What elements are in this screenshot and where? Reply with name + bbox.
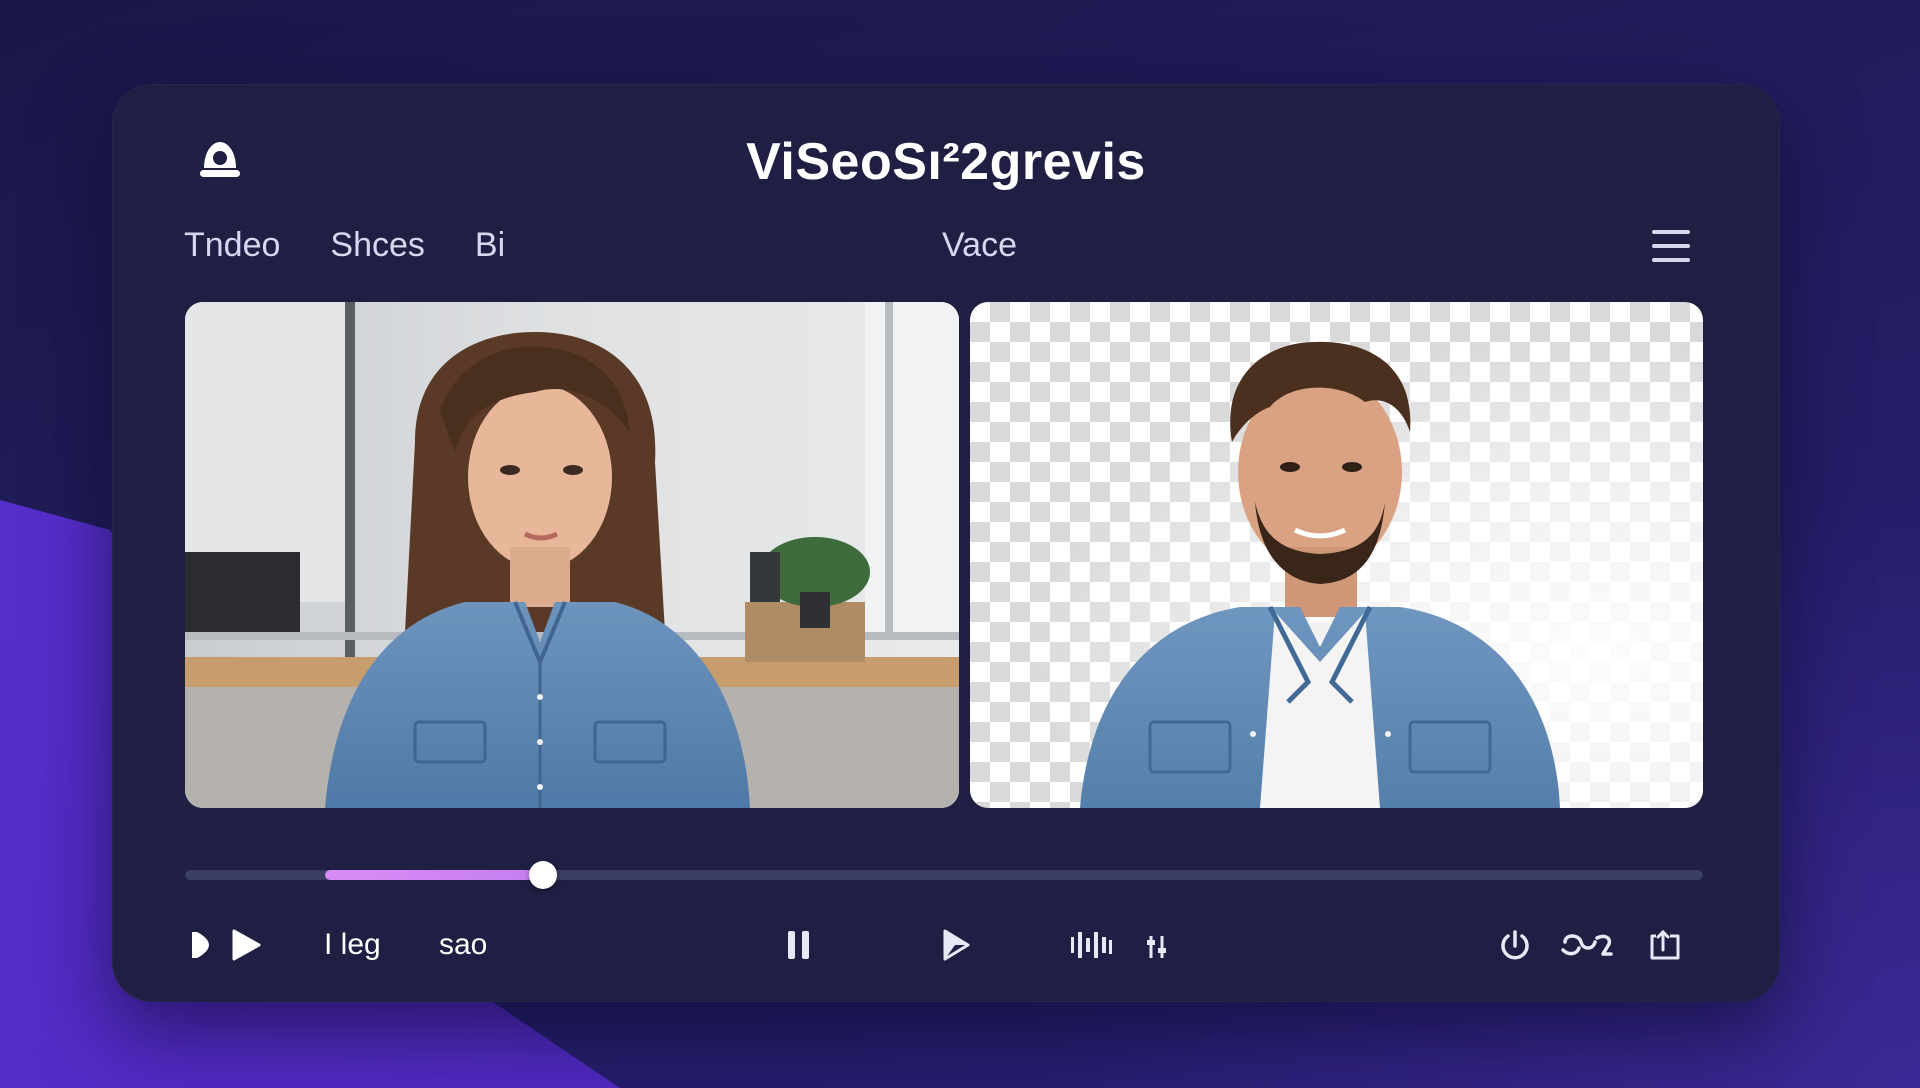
export-icon[interactable] <box>1646 920 1684 970</box>
timeline-progress-fill <box>325 870 543 880</box>
pause-icon[interactable] <box>782 920 816 970</box>
timeline-track[interactable] <box>185 861 1703 889</box>
nav-item-shces[interactable]: Shces <box>330 222 425 269</box>
audio-levels-icon[interactable] <box>1068 920 1114 970</box>
man-portrait-image <box>1080 341 1560 808</box>
timeline-scrubber-handle[interactable] <box>529 861 557 889</box>
nav-item-tndeo[interactable]: Tndeo <box>184 222 280 269</box>
video-preview-background-removed[interactable] <box>970 302 1703 808</box>
video-preview-original[interactable] <box>185 302 959 808</box>
control-label-1[interactable]: I leg <box>324 920 381 970</box>
power-icon[interactable] <box>1496 920 1534 970</box>
hamburger-menu-icon[interactable] <box>1650 226 1692 266</box>
app-window: ViSeoSı²2grevis Tndeo Shces Bi Vace I le… <box>112 84 1780 1002</box>
nav-item-bi[interactable]: Bi <box>475 222 505 269</box>
top-nav: Tndeo Shces Bi <box>184 222 505 269</box>
play-half-icon[interactable] <box>186 920 214 970</box>
control-label-2[interactable]: sao <box>439 920 487 970</box>
nav-item-vace[interactable]: Vace <box>942 226 1017 265</box>
play-icon[interactable] <box>228 920 264 970</box>
loop-link-icon[interactable] <box>1558 920 1616 970</box>
playback-controls: I leg sao <box>112 912 1780 982</box>
app-title: ViSeoSı²2grevis <box>746 133 1146 191</box>
next-play-icon[interactable] <box>938 920 974 970</box>
woman-portrait-image <box>185 302 959 808</box>
adjust-sliders-icon[interactable] <box>1142 920 1172 970</box>
